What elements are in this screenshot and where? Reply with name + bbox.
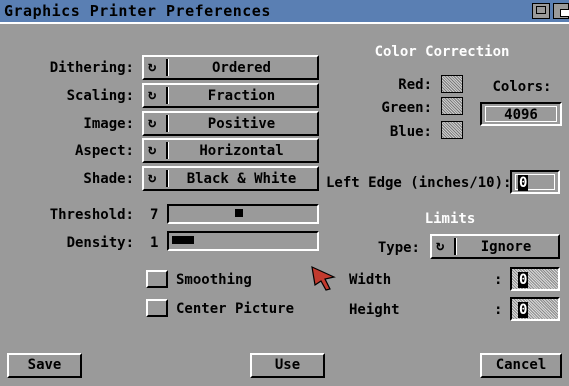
limits-type-value: Ignore	[480, 239, 532, 255]
image-cycle[interactable]: ↻ Positive	[142, 111, 319, 136]
width-input[interactable]: 0	[510, 267, 560, 291]
cycle-icon: ↻	[148, 170, 157, 186]
limits-type-label: Type:	[377, 240, 420, 256]
image-label: Image:	[83, 116, 134, 132]
center-picture-label: Center Picture	[176, 301, 295, 317]
red-label: Red:	[398, 77, 432, 93]
red-swatch[interactable]	[441, 75, 463, 93]
scaling-label: Scaling:	[66, 88, 134, 104]
cycle-icon: ↻	[148, 59, 157, 75]
threshold-slider-knob[interactable]	[235, 209, 243, 217]
center-picture-checkbox[interactable]	[146, 299, 168, 317]
cycle-icon: ↻	[148, 87, 157, 103]
threshold-label: Threshold:	[49, 207, 134, 223]
cycle-icon: ↻	[148, 115, 157, 131]
color-correction-heading: Color Correction	[374, 44, 510, 60]
shade-cycle[interactable]: ↻ Black & White	[142, 166, 319, 191]
density-value: 1	[150, 235, 159, 251]
density-slider[interactable]	[167, 231, 319, 251]
green-swatch[interactable]	[441, 97, 463, 115]
colors-value: 4096	[504, 107, 538, 123]
density-label: Density:	[66, 235, 134, 251]
image-value: Positive	[207, 116, 276, 132]
cycle-icon: ↻	[436, 238, 445, 254]
scaling-cycle[interactable]: ↻ Fraction	[142, 83, 319, 108]
title-bar[interactable]: Graphics Printer Preferences	[0, 0, 569, 24]
threshold-slider[interactable]	[167, 204, 319, 224]
density-slider-knob[interactable]	[172, 236, 194, 244]
smoothing-checkbox[interactable]	[146, 270, 168, 288]
dithering-cycle[interactable]: ↻ Ordered	[142, 55, 319, 80]
cancel-button[interactable]: Cancel	[480, 353, 562, 378]
cycle-icon: ↻	[148, 142, 157, 158]
left-edge-input[interactable]: 0	[510, 170, 560, 194]
mouse-pointer-icon	[311, 265, 336, 291]
threshold-value: 7	[150, 207, 159, 223]
height-value: 0	[518, 302, 529, 318]
aspect-value: Horizontal	[199, 143, 284, 159]
limits-type-cycle[interactable]: ↻ Ignore	[430, 234, 560, 259]
smoothing-label: Smoothing	[176, 272, 252, 288]
zoom-gadget-icon[interactable]	[532, 3, 550, 19]
window-title: Graphics Printer Preferences	[4, 2, 271, 20]
width-label: Width	[349, 272, 392, 288]
shade-value: Black & White	[186, 171, 297, 187]
colors-label: Colors:	[492, 79, 552, 95]
height-colon: :	[494, 302, 503, 318]
height-input[interactable]: 0	[510, 297, 560, 321]
width-value: 0	[518, 272, 529, 288]
colors-display: 4096	[480, 102, 562, 126]
green-label: Green:	[381, 100, 432, 116]
left-edge-label: Left Edge (inches/10):	[326, 175, 512, 191]
scaling-value: Fraction	[207, 88, 276, 104]
width-colon: :	[494, 272, 503, 288]
aspect-label: Aspect:	[74, 143, 134, 159]
depth-gadget-icon[interactable]	[553, 3, 569, 19]
use-button[interactable]: Use	[250, 353, 325, 378]
height-label: Height	[349, 302, 400, 318]
left-edge-value: 0	[518, 175, 529, 191]
aspect-cycle[interactable]: ↻ Horizontal	[142, 138, 319, 163]
save-button[interactable]: Save	[7, 353, 82, 378]
dithering-value: Ordered	[211, 60, 271, 76]
limits-heading: Limits	[424, 211, 476, 227]
shade-label: Shade:	[83, 171, 134, 187]
dithering-label: Dithering:	[49, 60, 134, 76]
blue-swatch[interactable]	[441, 121, 463, 139]
blue-label: Blue:	[389, 124, 432, 140]
